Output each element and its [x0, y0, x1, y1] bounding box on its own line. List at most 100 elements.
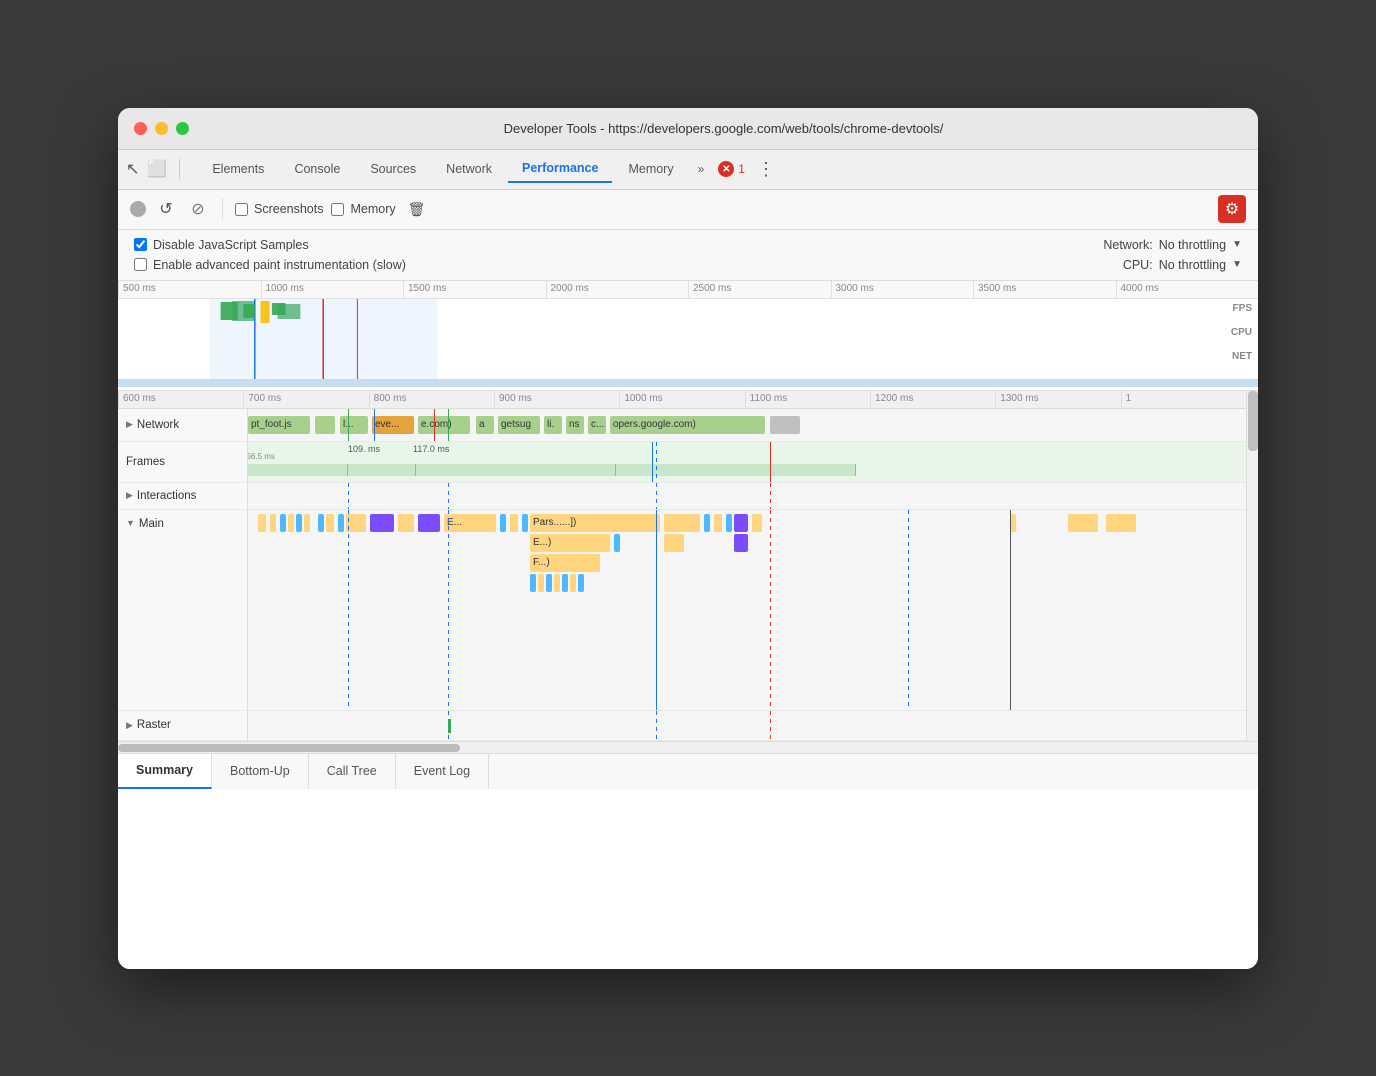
close-button[interactable] — [134, 122, 147, 135]
main-block-16[interactable] — [664, 514, 700, 532]
main-block-0[interactable] — [258, 514, 266, 532]
main-block-18[interactable] — [714, 514, 722, 532]
network-track: ▶ Network pt_foot.js l... eve... e.com) … — [118, 409, 1246, 442]
main-block-14[interactable] — [510, 514, 518, 532]
tab-console[interactable]: Console — [280, 156, 354, 182]
interactions-track-label[interactable]: ▶ Interactions — [118, 483, 248, 509]
cursor-icon[interactable]: ↖ — [126, 159, 139, 179]
network-block-11[interactable] — [770, 416, 800, 434]
right-scrollbar[interactable] — [1246, 391, 1258, 741]
main-block-3[interactable] — [288, 514, 294, 532]
main-block-22[interactable] — [1010, 514, 1016, 532]
main-block-8[interactable] — [338, 514, 344, 532]
main-block-29[interactable] — [538, 574, 544, 592]
main-block-15[interactable] — [522, 514, 528, 532]
overview-chart: FPS CPU NET — [118, 299, 1258, 391]
main-block-34[interactable] — [578, 574, 584, 592]
main-block-2[interactable] — [280, 514, 286, 532]
frame-label-2: 117.0 ms — [413, 444, 449, 454]
network-track-label[interactable]: ▶ Network — [118, 409, 248, 441]
disable-js-samples-label[interactable]: Disable JavaScript Samples — [134, 238, 309, 252]
network-block-10[interactable]: opers.google.com) — [610, 416, 765, 434]
main-block-7[interactable] — [326, 514, 334, 532]
main-block-19[interactable] — [726, 514, 732, 532]
advanced-paint-label[interactable]: Enable advanced paint instrumentation (s… — [134, 258, 406, 272]
clear-button[interactable]: 🗑 — [408, 201, 426, 218]
main-block-24[interactable] — [1106, 514, 1136, 532]
main-block-9[interactable] — [346, 514, 366, 532]
network-block-0[interactable]: pt_foot.js — [248, 416, 310, 434]
timeline-overview[interactable]: 500 ms 1000 ms 1500 ms 2000 ms 2500 ms 3… — [118, 281, 1258, 391]
raster-track-label[interactable]: ▶ Raster — [118, 711, 248, 740]
more-tabs-button[interactable]: » — [690, 158, 713, 180]
network-block-7[interactable]: li. — [544, 416, 562, 434]
main-block-4[interactable] — [296, 514, 302, 532]
main-block-13[interactable] — [500, 514, 506, 532]
tab-network[interactable]: Network — [432, 156, 506, 182]
network-block-3[interactable]: eve... — [372, 416, 414, 434]
timeline-scrollbar[interactable] — [118, 741, 1258, 753]
main-block-30[interactable] — [546, 574, 552, 592]
minimize-button[interactable] — [155, 122, 168, 135]
main-block-f1[interactable]: F...) — [530, 554, 600, 572]
main-block-11[interactable] — [398, 514, 414, 532]
main-block-5[interactable] — [304, 514, 310, 532]
main-block-20[interactable] — [734, 514, 748, 532]
tab-elements[interactable]: Elements — [198, 156, 278, 182]
disable-js-samples-checkbox[interactable] — [134, 238, 147, 251]
main-block-28[interactable] — [530, 574, 536, 592]
bottom-tab-calltree[interactable]: Call Tree — [309, 754, 396, 789]
tab-performance[interactable]: Performance — [508, 155, 612, 183]
screenshots-checkbox[interactable] — [235, 203, 248, 216]
main-block-1[interactable] — [270, 514, 276, 532]
advanced-paint-checkbox[interactable] — [134, 258, 147, 271]
bottom-tab-bottomup[interactable]: Bottom-Up — [212, 754, 309, 789]
bottom-tab-eventlog[interactable]: Event Log — [396, 754, 489, 789]
main-block-25[interactable] — [614, 534, 620, 552]
frame-time-label: 656.5 ms — [248, 452, 275, 461]
network-block-1[interactable] — [315, 416, 335, 434]
main-block-e2[interactable]: E...) — [530, 534, 610, 552]
maximize-button[interactable] — [176, 122, 189, 135]
network-track-arrow: ▶ — [126, 419, 133, 430]
network-block-8[interactable]: ns — [566, 416, 584, 434]
network-block-6[interactable]: getsug — [498, 416, 540, 434]
cpu-dropdown-arrow: ▼ — [1232, 259, 1242, 270]
devtools-menu-button[interactable]: ⋮ — [751, 159, 781, 180]
cpu-select[interactable]: CPU: No throttling ▼ — [1123, 258, 1242, 272]
main-block-21[interactable] — [752, 514, 762, 532]
network-block-4[interactable]: e.com) — [418, 416, 470, 434]
main-block-31[interactable] — [554, 574, 560, 592]
bottom-tab-summary[interactable]: Summary — [118, 754, 212, 789]
memory-checkbox-label[interactable]: Memory — [331, 202, 395, 216]
settings-button[interactable]: ⚙ — [1218, 195, 1246, 223]
stop-button[interactable]: ⊘ — [186, 197, 210, 221]
main-block-10[interactable] — [370, 514, 394, 532]
main-block-33[interactable] — [570, 574, 576, 592]
network-block-9[interactable]: c... — [588, 416, 606, 434]
scrollbar-thumb[interactable] — [1248, 391, 1258, 451]
main-block-27[interactable] — [734, 534, 748, 552]
inspect-icon[interactable]: ⬜ — [147, 159, 167, 179]
record-button[interactable] — [130, 201, 146, 217]
main-block-pars[interactable]: Pars......]) — [530, 514, 660, 532]
network-option: Network: No throttling ▼ — [1103, 238, 1242, 252]
main-block-12[interactable] — [418, 514, 440, 532]
main-block-17[interactable] — [704, 514, 710, 532]
frame-block-3 — [416, 464, 616, 476]
tab-memory[interactable]: Memory — [614, 156, 687, 182]
tab-sources[interactable]: Sources — [356, 156, 430, 182]
main-block-32[interactable] — [562, 574, 568, 592]
network-block-5[interactable]: a — [476, 416, 494, 434]
timeline-scroll-thumb[interactable] — [118, 744, 460, 752]
main-block-6[interactable] — [318, 514, 324, 532]
memory-checkbox[interactable] — [331, 203, 344, 216]
reload-record-button[interactable]: ↺ — [154, 197, 178, 221]
main-block-26[interactable] — [664, 534, 684, 552]
main-track-label[interactable]: ▼ Main — [118, 510, 248, 710]
main-block-e1[interactable]: E... — [444, 514, 496, 532]
network-block-2[interactable]: l... — [340, 416, 368, 434]
network-select[interactable]: Network: No throttling ▼ — [1103, 238, 1242, 252]
screenshots-checkbox-label[interactable]: Screenshots — [235, 202, 323, 216]
main-block-23[interactable] — [1068, 514, 1098, 532]
